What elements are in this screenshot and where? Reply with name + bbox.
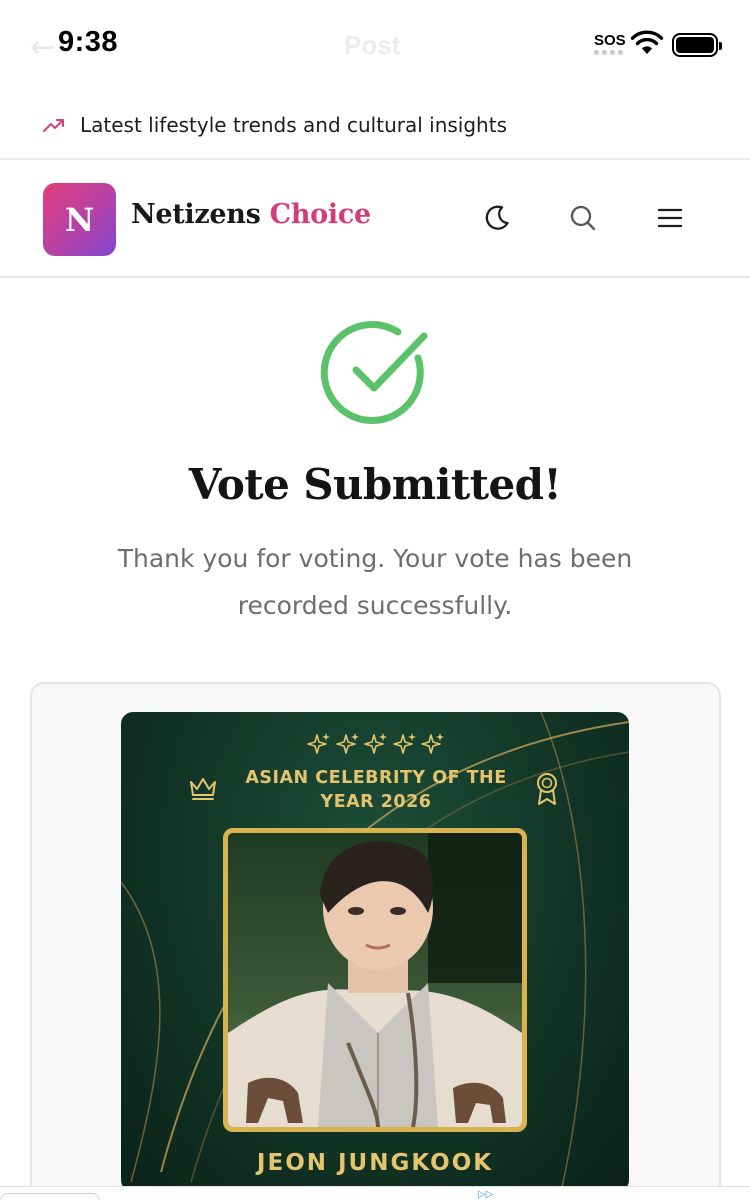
award-poster[interactable]: ASIAN CELEBRITY OF THE YEAR 2026 JEON JU… <box>121 712 629 1192</box>
site-brand[interactable]: Netizens Choice <box>131 199 371 230</box>
bottom-tab[interactable] <box>0 1193 100 1200</box>
status-bar: ← 9:38 Post SOS <box>0 0 750 92</box>
status-time: 9:38 <box>58 26 119 58</box>
check-circle-icon <box>320 321 428 424</box>
ad-choices-icon[interactable]: ▷▷ <box>478 1189 493 1200</box>
site-header: N Netizens Choice <box>0 161 750 278</box>
nominee-portrait-image <box>228 833 522 1127</box>
nominee-name: JEON JUNGKOOK <box>256 1150 494 1176</box>
confirmation-title: Vote Submitted! <box>188 460 562 509</box>
back-arrow-icon[interactable]: ← <box>30 30 55 65</box>
moon-icon[interactable] <box>482 203 512 233</box>
nominee-photo <box>223 828 527 1132</box>
confirmation-message: Thank you for voting. Your vote has been… <box>117 544 633 620</box>
trend-banner[interactable]: Latest lifestyle trends and cultural ins… <box>0 92 750 160</box>
menu-icon[interactable] <box>655 203 685 233</box>
bottom-browser-strip: ▷▷ <box>0 1186 750 1200</box>
sparkle-icon <box>335 733 359 754</box>
sparkle-icon <box>364 733 387 754</box>
crown-icon <box>190 778 216 800</box>
battery-icon <box>672 33 722 57</box>
wifi-icon <box>630 30 664 54</box>
signal-dots-icon <box>594 50 624 55</box>
site-logo[interactable]: N <box>43 183 116 256</box>
rating-stars <box>307 732 445 758</box>
search-icon[interactable] <box>568 203 598 233</box>
sparkle-icon <box>307 733 330 754</box>
brand-name: Netizens <box>131 199 261 230</box>
ghost-page-title: Post <box>344 30 401 60</box>
sos-indicator: SOS <box>594 32 626 49</box>
award-title: ASIAN CELEBRITY OF THE YEAR 2026 <box>245 768 507 812</box>
trending-up-icon <box>43 119 64 132</box>
sparkle-icon <box>421 733 444 754</box>
trend-banner-text: Latest lifestyle trends and cultural ins… <box>80 113 507 137</box>
logo-letter: N <box>64 200 95 239</box>
brand-accent: Choice <box>269 199 372 230</box>
award-ribbon-icon <box>537 773 557 805</box>
sparkle-icon <box>392 733 416 754</box>
